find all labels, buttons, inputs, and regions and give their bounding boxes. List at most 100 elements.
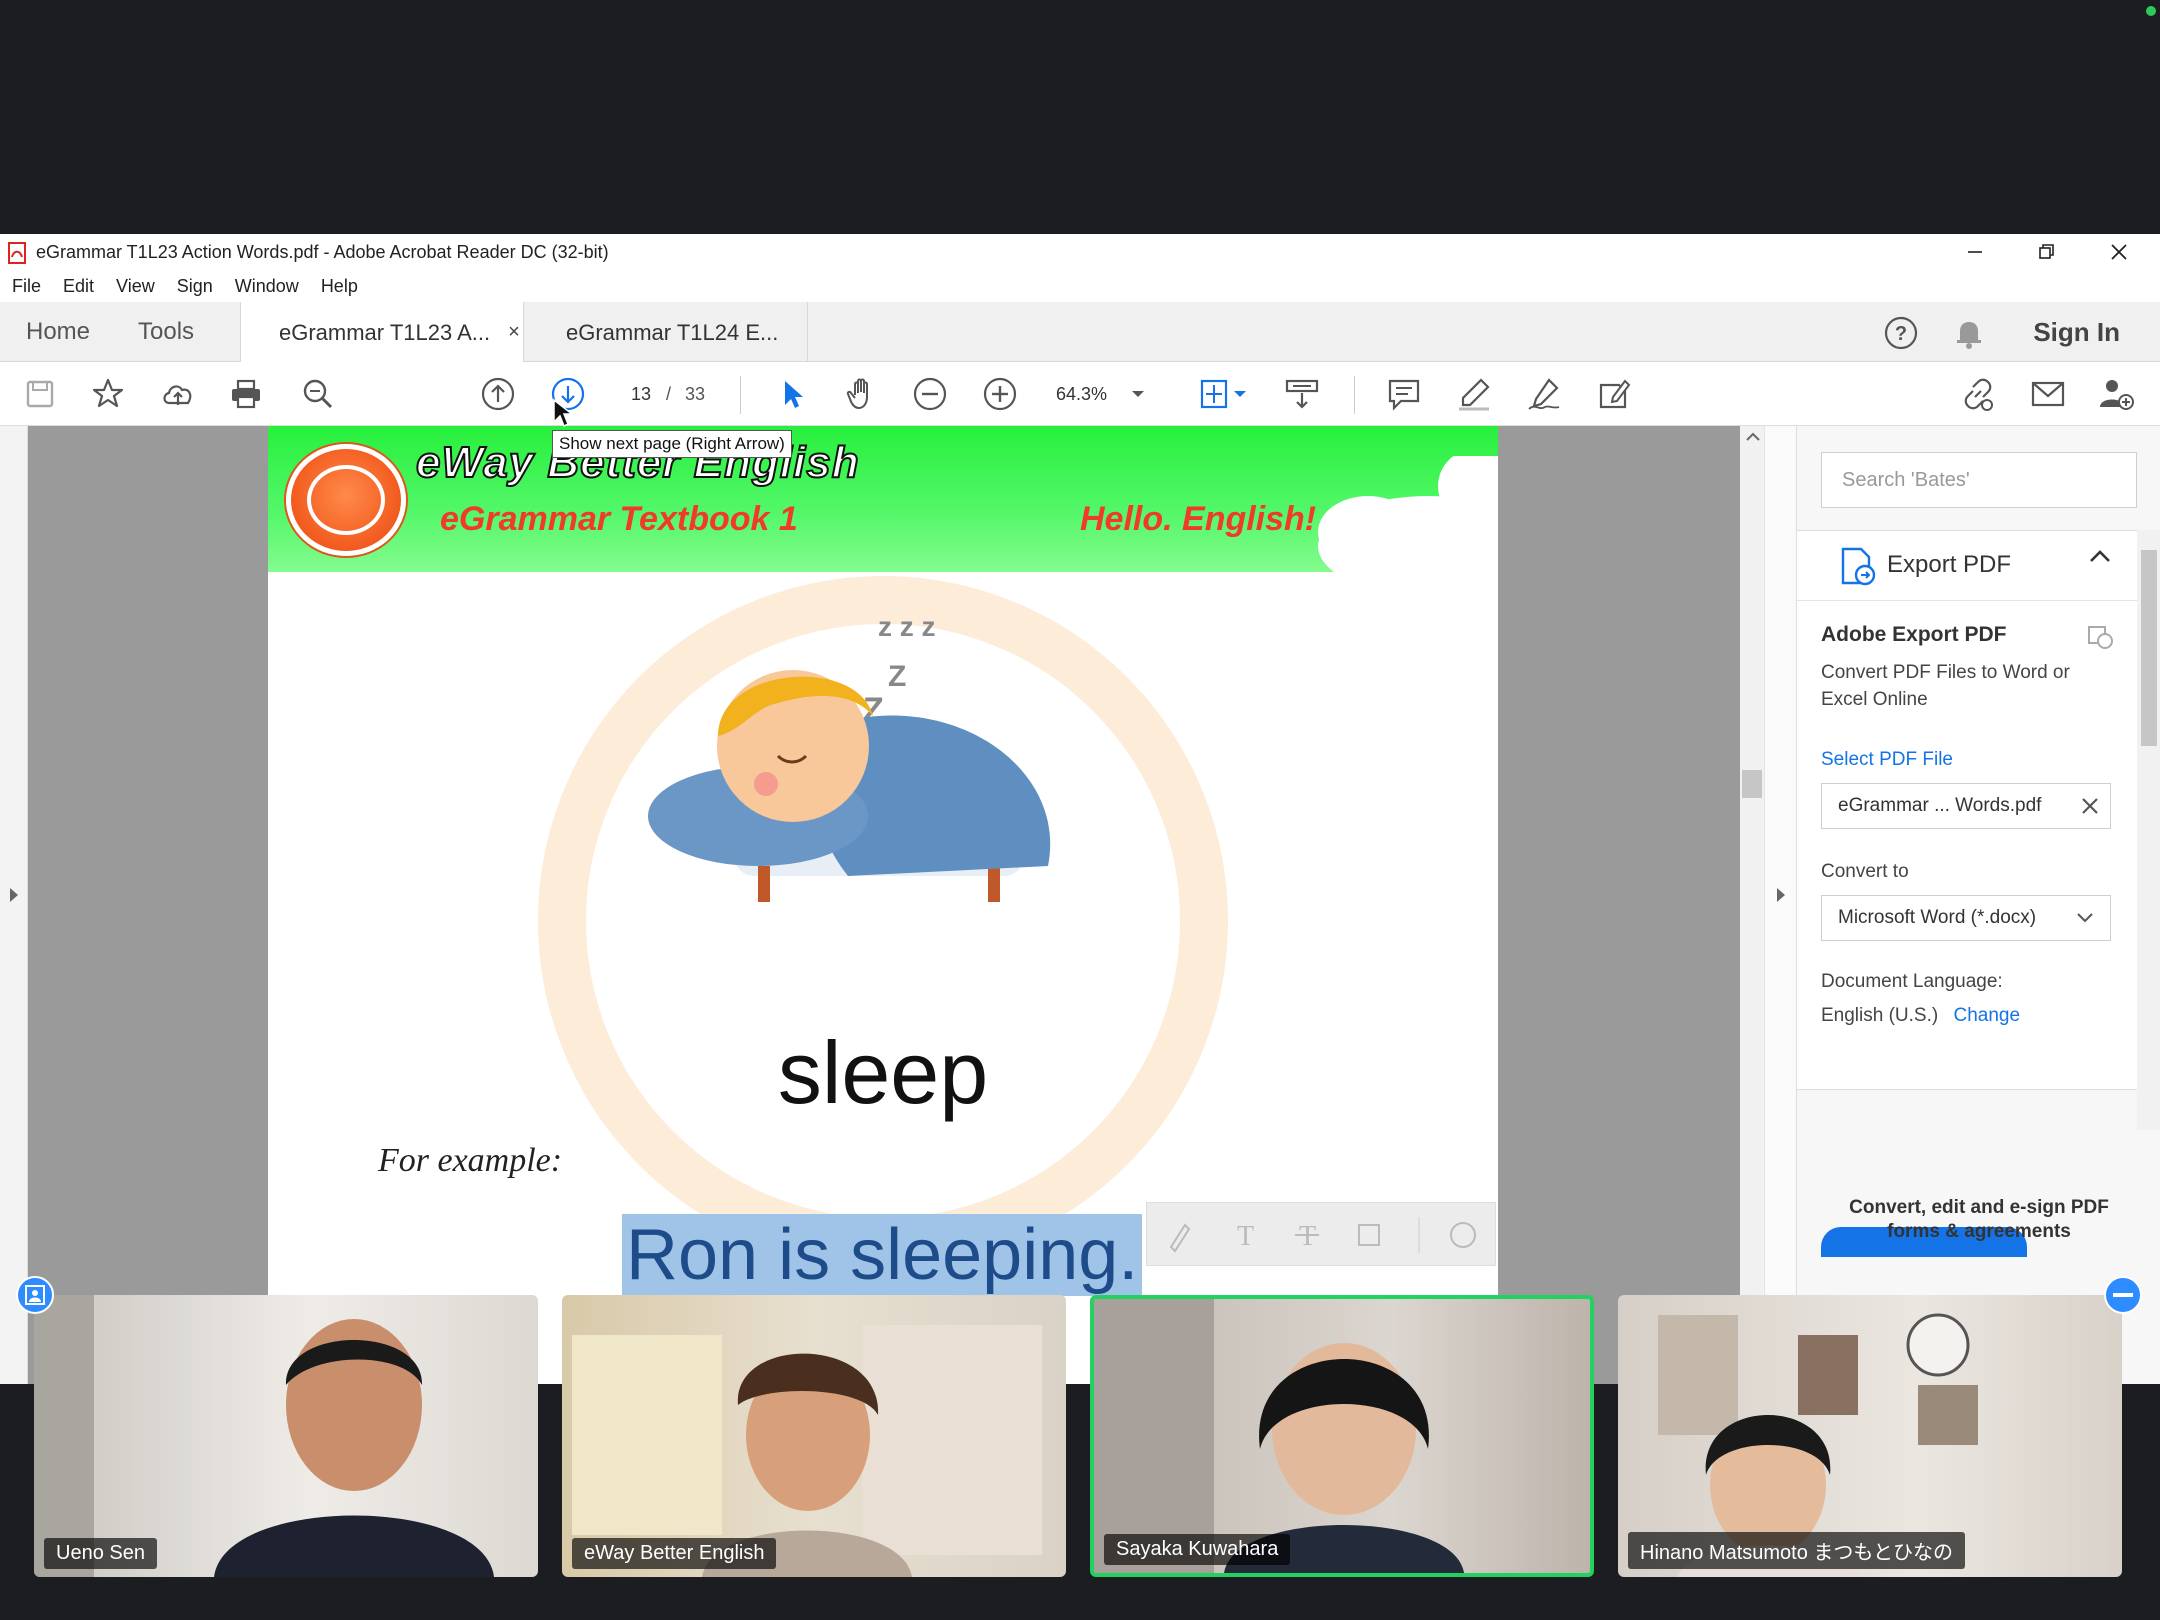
participant-video bbox=[572, 1325, 1042, 1577]
page-separator: / 33 bbox=[666, 378, 705, 410]
close-window-button[interactable] bbox=[2084, 234, 2154, 270]
zoom-level-dropdown[interactable]: 64.3% bbox=[1056, 378, 1145, 410]
highlight-button[interactable] bbox=[1452, 372, 1496, 416]
collapse-right-pane-icon bbox=[1777, 888, 1785, 902]
video-tile[interactable]: eWay Better English bbox=[562, 1295, 1066, 1577]
bookmark-button[interactable] bbox=[86, 372, 130, 416]
fit-page-icon bbox=[1200, 379, 1246, 409]
menu-edit[interactable]: Edit bbox=[63, 276, 94, 297]
restore-button[interactable] bbox=[2012, 234, 2082, 270]
page-number-input[interactable]: 13 bbox=[616, 378, 666, 410]
meeting-top-area bbox=[0, 0, 2160, 234]
acrobat-window: eGrammar T1L23 Action Words.pdf - Adobe … bbox=[0, 234, 2160, 1384]
doc-tab-active[interactable]: eGrammar T1L23 A... × bbox=[240, 302, 524, 363]
scroll-mode-button[interactable] bbox=[1280, 372, 1324, 416]
page-slash: / bbox=[666, 383, 672, 404]
clear-file-icon[interactable] bbox=[2080, 796, 2100, 816]
select-pdf-file-link[interactable]: Select PDF File bbox=[1821, 749, 1953, 771]
tab-tools[interactable]: Tools bbox=[138, 302, 194, 362]
participant-video bbox=[34, 1295, 494, 1577]
annotation-tools-icons: T T bbox=[1169, 1217, 1476, 1253]
scroll-mode-icon bbox=[1285, 379, 1319, 409]
scroll-up-icon[interactable] bbox=[1746, 432, 1760, 442]
share-link-button[interactable] bbox=[1956, 372, 2000, 416]
zoom-in-button[interactable] bbox=[978, 372, 1022, 416]
help-icon[interactable]: ? bbox=[1884, 316, 1918, 350]
edit-pdf-button[interactable] bbox=[1592, 372, 1636, 416]
comment-icon bbox=[1388, 379, 1420, 411]
document-scrollbar[interactable] bbox=[1740, 426, 1764, 1384]
toolbar: 13 / 33 64.3% bbox=[0, 362, 2160, 428]
restore-icon bbox=[2039, 244, 2054, 259]
sleeping-child-illustration: z z z Z Z bbox=[648, 611, 1051, 902]
window-title: eGrammar T1L23 Action Words.pdf - Adobe … bbox=[36, 242, 609, 262]
minimize-icon bbox=[1968, 251, 1982, 253]
comment-button[interactable] bbox=[1382, 372, 1426, 416]
annotation-toolbar: T T bbox=[1146, 1202, 1496, 1266]
svg-text:?: ? bbox=[1895, 323, 1907, 345]
sign-in-button[interactable]: Sign In bbox=[2033, 302, 2120, 362]
fit-page-button[interactable] bbox=[1194, 372, 1250, 416]
save-icon bbox=[26, 380, 54, 408]
participant-name: eWay Better English bbox=[572, 1538, 777, 1569]
close-icon bbox=[2111, 244, 2127, 260]
person-frame-icon bbox=[25, 1285, 45, 1305]
hand-icon bbox=[846, 378, 868, 410]
export-pdf-card: Export PDF Adobe Export PDF Convert PDF … bbox=[1797, 530, 2137, 1257]
minimize-button[interactable] bbox=[1940, 234, 2010, 270]
expand-left-pane-icon bbox=[10, 888, 18, 902]
menu-view[interactable]: View bbox=[116, 276, 155, 297]
save-button[interactable] bbox=[18, 372, 62, 416]
change-language-link[interactable]: Change bbox=[1953, 1005, 2020, 1026]
convert-format-dropdown[interactable]: Microsoft Word (*.docx) bbox=[1821, 895, 2111, 941]
menu-file[interactable]: File bbox=[12, 276, 41, 297]
selected-file-name: eGrammar ... Words.pdf bbox=[1838, 795, 2042, 816]
previous-page-button[interactable] bbox=[476, 372, 520, 416]
tools-pane-scrollbar[interactable] bbox=[2137, 530, 2160, 1130]
hand-tool-button[interactable] bbox=[840, 372, 884, 416]
zoom-out-button[interactable] bbox=[908, 372, 952, 416]
gallery-view-button[interactable] bbox=[16, 1276, 54, 1314]
video-tile-active-speaker[interactable]: Sayaka Kuwahara bbox=[1090, 1295, 1594, 1577]
close-tab-icon[interactable]: × bbox=[508, 321, 520, 344]
add-user-button[interactable] bbox=[2094, 372, 2138, 416]
hide-gallery-button[interactable] bbox=[2104, 1276, 2142, 1314]
export-settings-icon[interactable] bbox=[2087, 623, 2115, 651]
menu-help[interactable]: Help bbox=[321, 276, 358, 297]
video-tile[interactable]: Ueno Sen bbox=[34, 1295, 538, 1577]
cloud-upload-icon bbox=[163, 385, 192, 405]
acrobat-pdf-icon bbox=[8, 242, 26, 264]
printer-icon bbox=[232, 379, 260, 409]
left-pane-toggle[interactable] bbox=[0, 426, 28, 1384]
link-share-icon bbox=[1964, 378, 1993, 411]
print-button[interactable] bbox=[224, 372, 268, 416]
notifications-bell-icon[interactable] bbox=[1952, 316, 1986, 350]
add-person-icon bbox=[2100, 380, 2134, 410]
chevron-down-icon bbox=[1132, 391, 1145, 397]
example-sentence[interactable]: Ron is sleeping. bbox=[622, 1214, 1143, 1296]
tools-search-input[interactable]: Search 'Bates' bbox=[1821, 452, 2137, 508]
example-label: For example: bbox=[378, 1142, 563, 1179]
toolbar-divider bbox=[740, 376, 741, 414]
scrollbar-thumb[interactable] bbox=[2141, 550, 2157, 746]
next-page-tooltip: Show next page (Right Arrow) bbox=[552, 430, 792, 458]
menu-window[interactable]: Window bbox=[235, 276, 299, 297]
sign-button[interactable] bbox=[1522, 372, 1566, 416]
doc-tab-second[interactable]: eGrammar T1L24 E... bbox=[528, 302, 808, 363]
scrollbar-thumb[interactable] bbox=[1742, 770, 1762, 798]
select-tool-button[interactable] bbox=[770, 372, 814, 416]
upload-button[interactable] bbox=[156, 372, 200, 416]
export-pdf-header[interactable]: Export PDF bbox=[1797, 531, 2137, 601]
chevron-up-icon[interactable] bbox=[2089, 549, 2111, 563]
menu-sign[interactable]: Sign bbox=[177, 276, 213, 297]
chevron-down-icon bbox=[2077, 913, 2093, 923]
page-total: 33 bbox=[685, 383, 706, 404]
participant-name: Sayaka Kuwahara bbox=[1104, 1534, 1291, 1565]
export-title: Adobe Export PDF bbox=[1821, 623, 2007, 646]
tab-home[interactable]: Home bbox=[26, 302, 90, 362]
email-button[interactable] bbox=[2026, 372, 2070, 416]
right-pane-toggle[interactable] bbox=[1764, 426, 1796, 1384]
video-tile[interactable]: Hinano Matsumoto まつもとひなの bbox=[1618, 1295, 2122, 1577]
selected-file-field: eGrammar ... Words.pdf bbox=[1821, 783, 2111, 829]
find-button[interactable] bbox=[296, 372, 340, 416]
